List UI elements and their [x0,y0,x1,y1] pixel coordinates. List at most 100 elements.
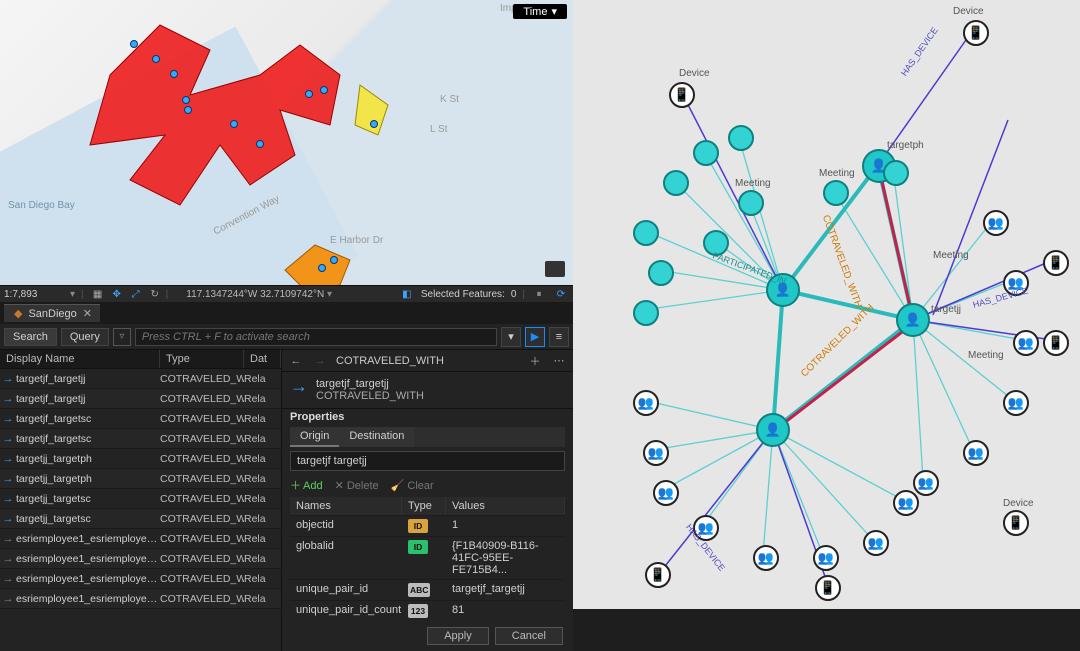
graph-node-meeting[interactable]: 👥 [633,390,659,416]
map-view[interactable]: Imperial Ave K St L St E Harbor Dr Conve… [0,0,573,285]
recent-icon[interactable]: ▾ [501,327,521,347]
graph-node-meeting[interactable]: 👥 [963,440,989,466]
table-row[interactable]: → targetjf_targetsc COTRAVELED_WITH Rela [0,409,281,429]
row-type: COTRAVELED_WITH [160,493,244,505]
selection-icon[interactable]: ◧ [399,286,415,302]
col-display-name[interactable]: Display Name [0,350,160,368]
destination-tab[interactable]: Destination [339,427,414,447]
query-tab[interactable]: Query [61,328,109,346]
basemap-icon[interactable] [545,261,565,277]
add-icon[interactable]: ＋ [527,353,543,369]
run-search-button[interactable]: ▶ [525,327,545,347]
chevron-down-icon[interactable]: ▾ [327,289,332,300]
table-row[interactable]: → esriemployee1_esriemployee21 COTRAVELE… [0,549,281,569]
time-slider-toggle[interactable]: Time ▾ [513,4,567,19]
back-icon[interactable]: ← [288,353,304,369]
table-row[interactable]: → targetjj_targetsc COTRAVELED_WITH Rela [0,509,281,529]
row-type: COTRAVELED_WITH [160,453,244,465]
graph-node-meeting[interactable]: 👥 [813,545,839,571]
detail-panel: ← → COTRAVELED_WITH ＋ ⋯ → targetjf_targe… [282,350,573,651]
tab-sandiego[interactable]: ◆ SanDiego ✕ [4,304,100,322]
graph-node-device[interactable]: 📱 [963,20,989,46]
graph-node-meeting[interactable]: 👥 [983,210,1009,236]
graph-node-meeting[interactable]: 👥 [653,480,679,506]
grid-icon[interactable]: ▦ [90,286,106,302]
add-button[interactable]: ＋Add [290,477,323,493]
graph-node-meeting[interactable] [633,220,659,246]
relationship-arrow-icon: → [0,453,16,465]
graph-node-meeting[interactable] [693,140,719,166]
row-name: targetjj_targetph [16,453,160,465]
graph-node-meeting[interactable]: 👥 [863,530,889,556]
graph-node-target[interactable]: 👤 [756,413,790,447]
scale-readout[interactable]: 1:7,893 [4,289,64,300]
graph-node-meeting[interactable] [738,190,764,216]
table-row[interactable]: → targetjf_targetjj COTRAVELED_WITH Rela [0,389,281,409]
origin-tab[interactable]: Origin [290,427,339,447]
graph-node-device[interactable]: 📱 [1003,510,1029,536]
coords-readout[interactable]: 117.1347244°W 32.7109742°N [186,289,324,300]
graph-node-meeting[interactable]: 👥 [893,490,919,516]
property-row[interactable]: objectid ID 1 [290,515,565,536]
table-row[interactable]: → targetjj_targetsc COTRAVELED_WITH Rela [0,489,281,509]
propcol-name[interactable]: Names [290,497,402,515]
clear-button[interactable]: 🧹 Clear [391,479,434,492]
table-row[interactable]: → esriemployee1_esriemployee34 COTRAVELE… [0,569,281,589]
graph-node-meeting[interactable] [728,125,754,151]
crosshair-icon[interactable]: ✥ [109,286,125,302]
row-dat: Rela [244,373,281,385]
graph-node-meeting[interactable]: 👥 [753,545,779,571]
filter-icon[interactable]: ▿ [113,328,131,346]
chevron-down-icon[interactable]: ▾ [70,289,75,300]
link-chart-view[interactable]: 👤 👤 👤 👤 👥 👥 👥 👥 👥 👥 👥 👥 👥 👥 👥 👥 👥 👥 📱 📱 … [573,0,1080,609]
table-row[interactable]: → esriemployee1_esriemployee21 COTRAVELE… [0,529,281,549]
cancel-button[interactable]: Cancel [495,627,563,645]
tab-close-icon[interactable]: ✕ [83,307,92,320]
list-view-icon[interactable]: ≡ [549,327,569,347]
node-label: Meeting [819,168,855,179]
graph-node-meeting[interactable] [823,180,849,206]
property-row[interactable]: unique_pair_id_count 123 81 [290,600,565,621]
table-row[interactable]: → targetjj_targetph COTRAVELED_WITH Rela [0,449,281,469]
graph-node-meeting[interactable] [648,260,674,286]
row-name: esriemployee1_esriemployee34 [16,593,160,605]
graph-node-device[interactable]: 📱 [1043,330,1069,356]
graph-node-meeting[interactable] [633,300,659,326]
pause-icon[interactable]: ⏸ [531,286,547,302]
node-label: targetjj [931,304,961,315]
graph-node-device[interactable]: 📱 [815,575,841,601]
apply-button[interactable]: Apply [427,627,489,645]
graph-node-device[interactable]: 📱 [1043,250,1069,276]
table-row[interactable]: → targetjj_targetph COTRAVELED_WITH Rela [0,469,281,489]
search-input[interactable] [135,328,497,346]
col-type[interactable]: Type [160,350,244,368]
search-tab[interactable]: Search [4,328,57,346]
graph-node-meeting[interactable]: 👥 [1003,390,1029,416]
table-row[interactable]: → targetjf_targetsc COTRAVELED_WITH Rela [0,429,281,449]
col-dat[interactable]: Dat [244,350,281,368]
table-row[interactable]: → esriemployee1_esriemployee34 COTRAVELE… [0,589,281,609]
graph-node-device[interactable]: 📱 [669,82,695,108]
propcol-type[interactable]: Type [402,497,446,515]
relationship-arrow-icon: → [0,533,16,545]
graph-node-meeting[interactable] [883,160,909,186]
graph-node-meeting[interactable] [663,170,689,196]
rotate-icon[interactable]: ↻ [147,286,163,302]
table-row[interactable]: → targetjf_targetjj COTRAVELED_WITH Rela [0,369,281,389]
graph-node-meeting[interactable]: 👥 [913,470,939,496]
delete-button[interactable]: ✕ Delete [335,479,379,492]
refresh-icon[interactable]: ⟳ [553,286,569,302]
graph-node-meeting[interactable]: 👥 [643,440,669,466]
graph-node-device[interactable]: 📱 [645,562,671,588]
forward-icon[interactable]: → [312,353,328,369]
graph-node-target[interactable]: 👤 [896,303,930,337]
extent-icon[interactable]: ⤢ [128,286,144,302]
prop-value: 81 [446,601,565,621]
relationship-arrow-icon: → [0,473,16,485]
origin-value[interactable]: targetjf targetjj [290,451,565,471]
property-row[interactable]: unique_pair_id ABC targetjf_targetjj [290,579,565,600]
menu-icon[interactable]: ⋯ [551,353,567,369]
property-row[interactable]: globalid ID {F1B40909-B116-41FC-95EE-FE7… [290,536,565,579]
propcol-values[interactable]: Values [446,497,565,515]
graph-node-meeting[interactable]: 👥 [1013,330,1039,356]
